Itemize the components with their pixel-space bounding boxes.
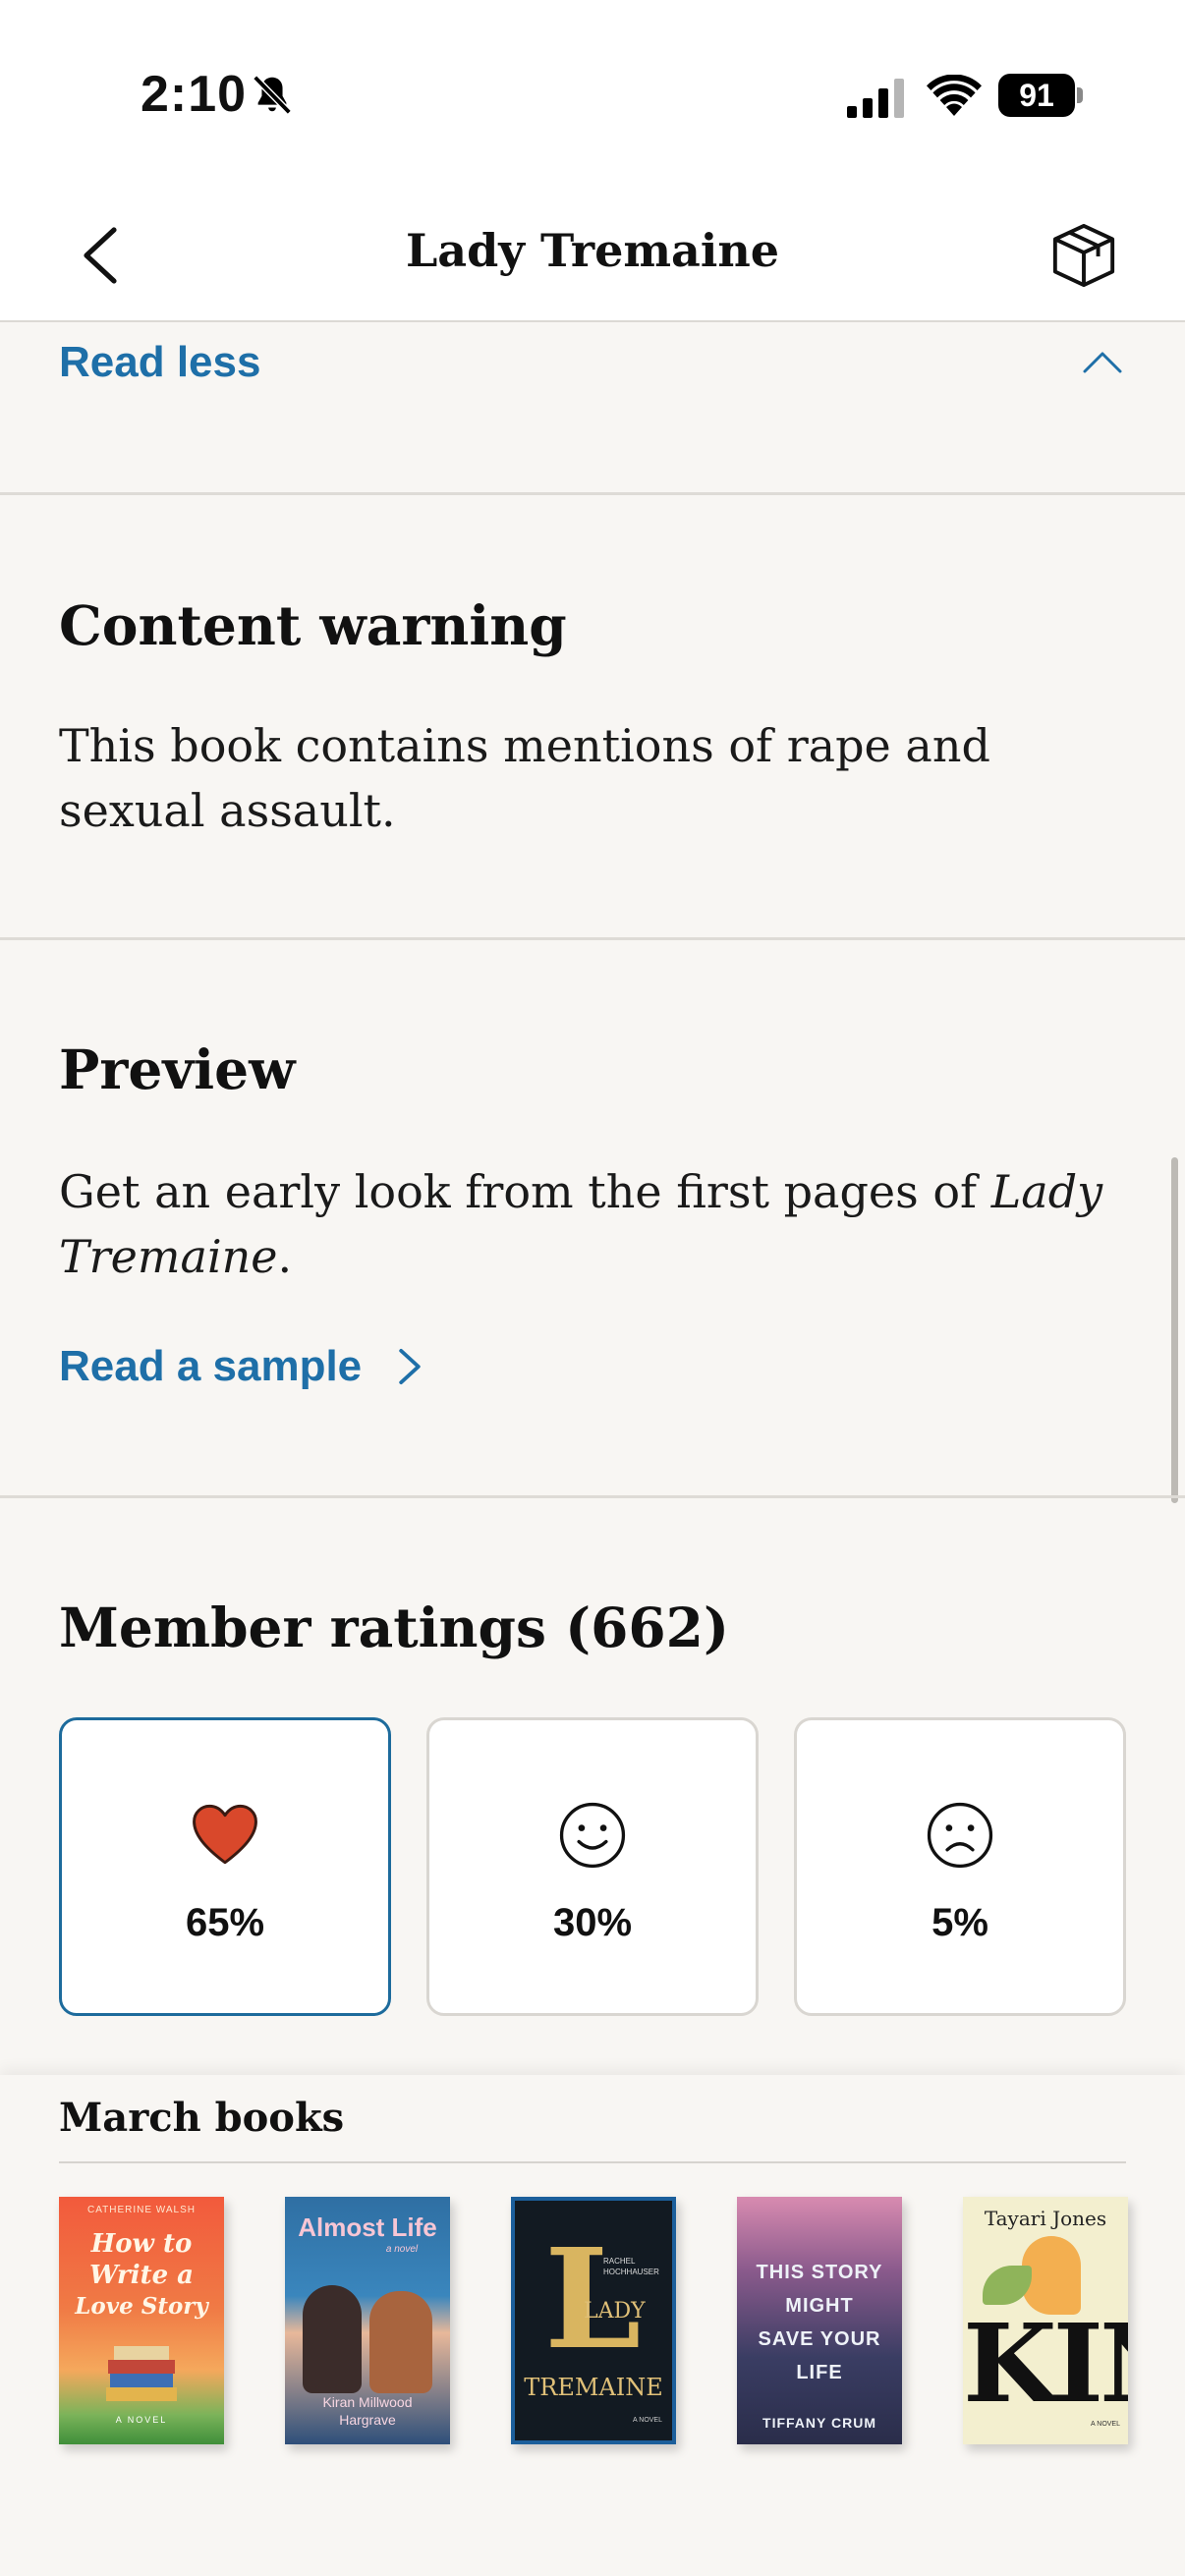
status-time: 2:10: [141, 66, 248, 123]
chevron-up-icon[interactable]: [1081, 348, 1124, 377]
read-sample-link[interactable]: Read a sample: [59, 1342, 424, 1391]
chevron-right-icon: [399, 1348, 421, 1385]
page-title: Lady Tremaine: [405, 224, 780, 277]
member-ratings-heading: Member ratings (662): [59, 1596, 729, 1659]
preview-heading: Preview: [59, 1037, 296, 1101]
rating-percent: 5%: [931, 1901, 988, 1944]
content-warning-line2: sexual assault.: [59, 784, 396, 837]
book-cover-2[interactable]: Almost Life a novel Kiran Millwood Hargr…: [285, 2197, 450, 2444]
rating-card-liked[interactable]: 30%: [426, 1717, 759, 2016]
preview-text-italic: Lady: [990, 1165, 1103, 1218]
heart-icon: [193, 1804, 257, 1865]
divider: [0, 937, 1185, 940]
wifi-icon: [927, 75, 982, 116]
battery-indicator: 91: [998, 74, 1083, 117]
march-books-title: March books: [59, 2095, 345, 2141]
content-warning-line1: This book contains mentions of rape and: [59, 719, 990, 772]
scrollbar[interactable]: [1171, 1157, 1178, 1503]
book-cover-4[interactable]: THIS STORY MIGHT SAVE YOUR LIFE TIFFANY …: [737, 2197, 902, 2444]
divider: [0, 1495, 1185, 1498]
signal-icon: [847, 79, 904, 118]
book-cover-1[interactable]: CATHERINE WALSH How to Write a Love Stor…: [59, 2197, 224, 2444]
battery-level: 91: [998, 74, 1075, 117]
divider: [59, 2161, 1126, 2163]
bell-muted-icon: [253, 75, 292, 115]
preview-text: Get an early look from the first pages o…: [59, 1165, 1103, 1283]
rating-card-disliked[interactable]: 5%: [794, 1717, 1126, 2016]
book-cover-3[interactable]: L RACHEL HOCHHAUSER LADY TREMAINE A NOVE…: [511, 2197, 676, 2444]
smile-icon: [559, 1802, 626, 1869]
preview-text-italic-2: Tremaine: [59, 1230, 278, 1283]
content-warning-text: This book contains mentions of rape and …: [59, 713, 1130, 843]
book-cover-5[interactable]: Tayari Jones KIN A NOVEL: [963, 2197, 1128, 2444]
read-sample-label: Read a sample: [59, 1342, 363, 1390]
march-books-panel: March books CATHERINE WALSH How to Write…: [0, 2075, 1185, 2576]
frown-icon: [927, 1802, 993, 1869]
divider: [0, 492, 1185, 495]
rating-card-loved[interactable]: 65%: [59, 1717, 391, 2016]
rating-percent: 30%: [552, 1901, 633, 1944]
navigation-bar: Lady Tremaine: [0, 187, 1185, 322]
content-warning-heading: Content warning: [59, 593, 567, 657]
box-icon[interactable]: [1049, 220, 1118, 289]
preview-text-plain: Get an early look from the first pages o…: [59, 1165, 991, 1218]
read-less-link[interactable]: Read less: [59, 338, 260, 387]
rating-percent: 65%: [185, 1901, 265, 1944]
status-bar: 2:10 91: [0, 0, 1185, 187]
